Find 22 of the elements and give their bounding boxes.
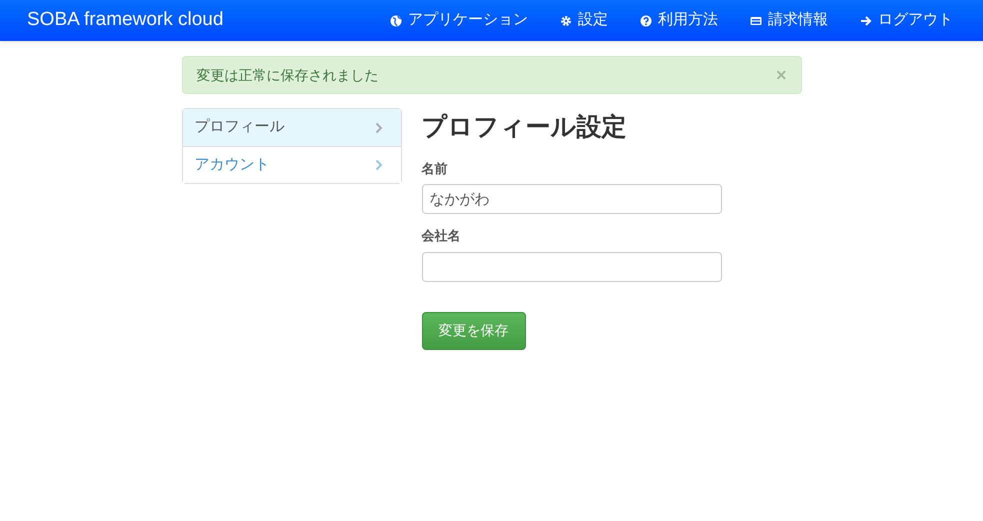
card-icon [750, 14, 762, 26]
page-title: プロフィール設定 [422, 112, 628, 143]
nav-link[interactable]: アプリケーション [390, 9, 528, 32]
alert-message: 変更は正常に保存されました [196, 66, 378, 84]
arrow-right-icon [860, 14, 872, 26]
globe-icon [390, 14, 402, 26]
gear-icon [560, 14, 572, 26]
chevron-right-icon [374, 122, 382, 134]
field-label: 会社名 [422, 227, 462, 245]
nav-link[interactable]: 請求情報 [750, 9, 828, 32]
nav-link[interactable]: ログアウト [860, 9, 953, 32]
field-label: 名前 [422, 160, 448, 178]
brand-link[interactable]: SOBA framework cloud [27, 6, 224, 35]
text-field[interactable]: なかがわ [422, 184, 722, 214]
nav-link[interactable]: 利用方法 [640, 9, 718, 32]
sidebar-item[interactable]: プロフィール [182, 109, 400, 146]
question-icon [640, 14, 652, 26]
nav-link[interactable]: 設定 [560, 9, 608, 32]
chevron-right-icon [374, 159, 382, 171]
text-field[interactable] [422, 252, 722, 282]
sidebar-item[interactable]: アカウント [182, 146, 400, 183]
save-button[interactable]: 変更を保存 [422, 312, 526, 350]
